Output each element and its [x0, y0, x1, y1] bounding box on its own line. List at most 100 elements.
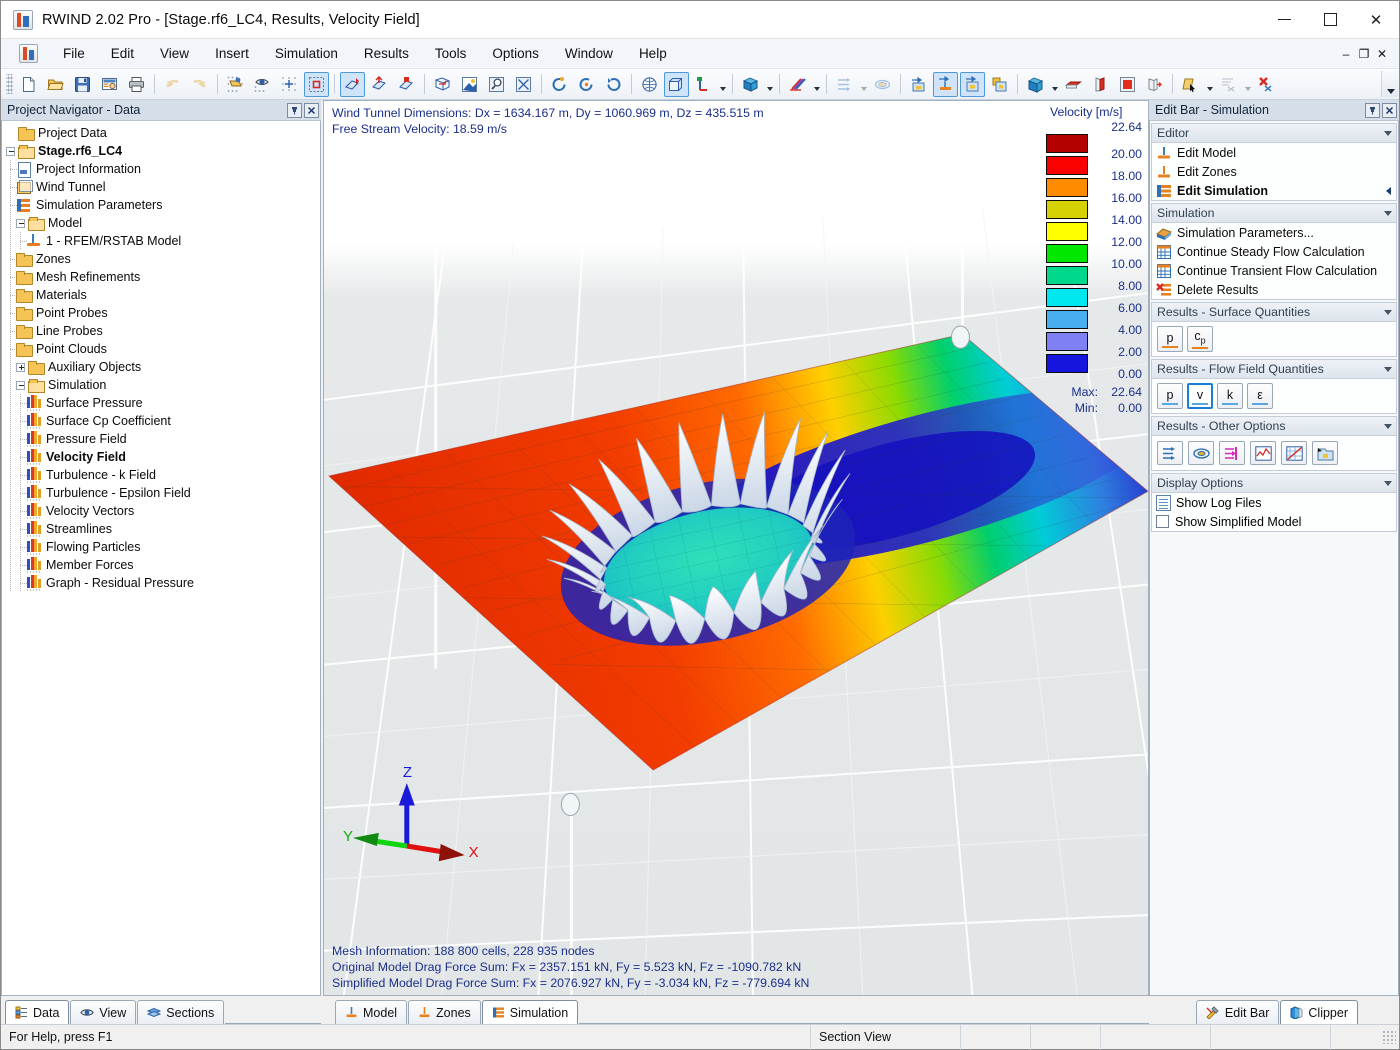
- tree-toggle-collapse[interactable]: [16, 380, 25, 390]
- simulation-parameters-item[interactable]: Simulation Parameters...: [1152, 223, 1396, 242]
- clip-plane-x-icon[interactable]: [1061, 72, 1086, 97]
- tree-item-project-information[interactable]: Project Information: [2, 160, 320, 178]
- legend-swatch[interactable]: [1046, 287, 1088, 307]
- wireframe-view-icon[interactable]: [430, 72, 455, 97]
- tree-item-turbulence-k-field[interactable]: Turbulence - k Field: [2, 466, 320, 484]
- delete-section-icon[interactable]: [1254, 72, 1279, 97]
- tree-item-flowing-particles[interactable]: Flowing Particles: [2, 538, 320, 556]
- legend-swatch[interactable]: [1046, 265, 1088, 285]
- resize-grip[interactable]: [1382, 1030, 1396, 1044]
- simulation-viewport[interactable]: Z X Y Wind Tunnel Dimensions: Dx = 1634.…: [323, 100, 1149, 996]
- mdi-minimize-button[interactable]: –: [1337, 44, 1355, 64]
- tab-sections[interactable]: Sections: [137, 1000, 225, 1024]
- chevron-down-icon[interactable]: [1380, 211, 1396, 216]
- flow-k-button[interactable]: k: [1217, 383, 1243, 409]
- chevron-down-icon[interactable]: [1380, 424, 1396, 429]
- tree-toggle-collapse[interactable]: [16, 218, 25, 228]
- tree-item-1-rfem-rstab-model[interactable]: 1 - RFEM/RSTAB Model: [2, 232, 320, 250]
- open-file-icon[interactable]: [43, 72, 68, 97]
- menu-simulation[interactable]: Simulation: [262, 42, 351, 65]
- window-maximize-button[interactable]: [1307, 1, 1353, 38]
- tab-simulation[interactable]: Simulation: [481, 1000, 579, 1024]
- cut-section-icon[interactable]: [1216, 72, 1241, 97]
- rotate-cw-icon[interactable]: [601, 72, 626, 97]
- tree-item-materials[interactable]: Materials: [2, 286, 320, 304]
- residual-graph-button[interactable]: [1250, 441, 1276, 465]
- flow-pressure-button[interactable]: p: [1157, 383, 1183, 409]
- group-editor-header[interactable]: Editor: [1152, 124, 1396, 143]
- flow-epsilon-button[interactable]: ε: [1247, 383, 1273, 409]
- flow-arrows-dropdown[interactable]: [858, 72, 869, 97]
- tab-data[interactable]: Data: [5, 1000, 70, 1024]
- window-close-button[interactable]: ✕: [1353, 1, 1399, 38]
- member-forces-button[interactable]: [1312, 441, 1338, 465]
- rotate-object-icon[interactable]: [367, 72, 392, 97]
- tree-item-line-probes[interactable]: Line Probes: [2, 322, 320, 340]
- render-view-icon[interactable]: [457, 72, 482, 97]
- tree-item-point-probes[interactable]: Point Probes: [2, 304, 320, 322]
- legend-swatch[interactable]: [1046, 133, 1088, 153]
- select-all-icon[interactable]: [223, 72, 248, 97]
- menu-tools[interactable]: Tools: [422, 42, 480, 65]
- tab-zones[interactable]: Zones: [408, 1000, 481, 1024]
- result-section-icon[interactable]: [960, 71, 985, 97]
- menu-file[interactable]: File: [50, 42, 98, 65]
- tree-item-graph-residual-pressure[interactable]: Graph - Residual Pressure: [2, 574, 320, 592]
- tree-item-wind-tunnel[interactable]: Wind Tunnel: [2, 178, 320, 196]
- tree-item-project-data[interactable]: Project Data: [2, 124, 320, 142]
- group-display-options-header[interactable]: Display Options: [1152, 474, 1396, 493]
- group-simulation-header[interactable]: Simulation: [1152, 204, 1396, 223]
- tree-item-streamlines[interactable]: Streamlines: [2, 520, 320, 538]
- clip-box-dropdown[interactable]: [1049, 72, 1060, 97]
- menu-view[interactable]: View: [147, 42, 202, 65]
- show-simplified-model-checkbox[interactable]: [1156, 515, 1169, 528]
- legend-row[interactable]: 20.00: [1046, 132, 1142, 161]
- tree-item-zones[interactable]: Zones: [2, 250, 320, 268]
- chevron-down-icon[interactable]: [1380, 481, 1396, 486]
- legend-swatch[interactable]: [1046, 177, 1088, 197]
- save-icon[interactable]: [70, 72, 95, 97]
- tree-item-auxiliary-objects[interactable]: Auxiliary Objects: [2, 358, 320, 376]
- diagram-button[interactable]: [1281, 441, 1307, 465]
- legend-swatch[interactable]: [1046, 309, 1088, 329]
- velocity-vectors-button[interactable]: [1157, 441, 1183, 465]
- menu-insert[interactable]: Insert: [202, 42, 262, 65]
- tree-item-stage-rf6-lc4[interactable]: Stage.rf6_LC4: [2, 142, 320, 160]
- edit-model-item[interactable]: Edit Model: [1152, 143, 1396, 162]
- result-texture-icon[interactable]: [987, 72, 1012, 97]
- continue-steady-flow-item[interactable]: Continue Steady Flow Calculation: [1152, 242, 1396, 261]
- tab-model[interactable]: Model: [335, 1000, 408, 1024]
- cut-section-dropdown[interactable]: [1242, 72, 1253, 97]
- move-object-icon[interactable]: [340, 71, 365, 97]
- clip-box-icon[interactable]: [1023, 72, 1048, 97]
- menu-options[interactable]: Options: [479, 42, 552, 65]
- redo-icon[interactable]: [187, 72, 212, 97]
- perspective-view-icon[interactable]: [664, 71, 689, 97]
- zoom-window-icon[interactable]: [484, 72, 509, 97]
- delete-results-item[interactable]: Delete Results: [1152, 280, 1396, 299]
- tree-item-point-clouds[interactable]: Point Clouds: [2, 340, 320, 358]
- color-scale-icon[interactable]: [785, 72, 810, 97]
- continue-transient-flow-item[interactable]: Continue Transient Flow Calculation: [1152, 261, 1396, 280]
- pick-section-icon[interactable]: [1178, 72, 1203, 97]
- scale-object-icon[interactable]: [394, 72, 419, 97]
- menu-window[interactable]: Window: [552, 42, 626, 65]
- group-surface-quantities-header[interactable]: Results - Surface Quantities: [1152, 303, 1396, 322]
- axis-view-dropdown[interactable]: [717, 72, 728, 97]
- chevron-down-icon[interactable]: [1380, 310, 1396, 315]
- group-other-options-header[interactable]: Results - Other Options: [1152, 417, 1396, 436]
- clip-plane-z-icon[interactable]: [1115, 72, 1140, 97]
- tree-toggle-expand[interactable]: [16, 362, 25, 372]
- legend-swatch[interactable]: [1046, 243, 1088, 263]
- tree-item-surface-cp-coefficient[interactable]: Surface Cp Coefficient: [2, 412, 320, 430]
- navigator-close-button[interactable]: [304, 102, 319, 118]
- surface-pressure-button[interactable]: p: [1157, 326, 1183, 352]
- rotate-ccw-icon[interactable]: [574, 72, 599, 97]
- rotate-view-icon[interactable]: [547, 72, 572, 97]
- new-file-icon[interactable]: [16, 72, 41, 97]
- edit-bar-pin-button[interactable]: [1365, 102, 1380, 118]
- menu-edit[interactable]: Edit: [98, 42, 147, 65]
- cfd-3d-scene[interactable]: Z X Y: [324, 101, 1148, 995]
- toolbar-grip[interactable]: [6, 74, 13, 94]
- legend-swatch[interactable]: [1046, 353, 1088, 373]
